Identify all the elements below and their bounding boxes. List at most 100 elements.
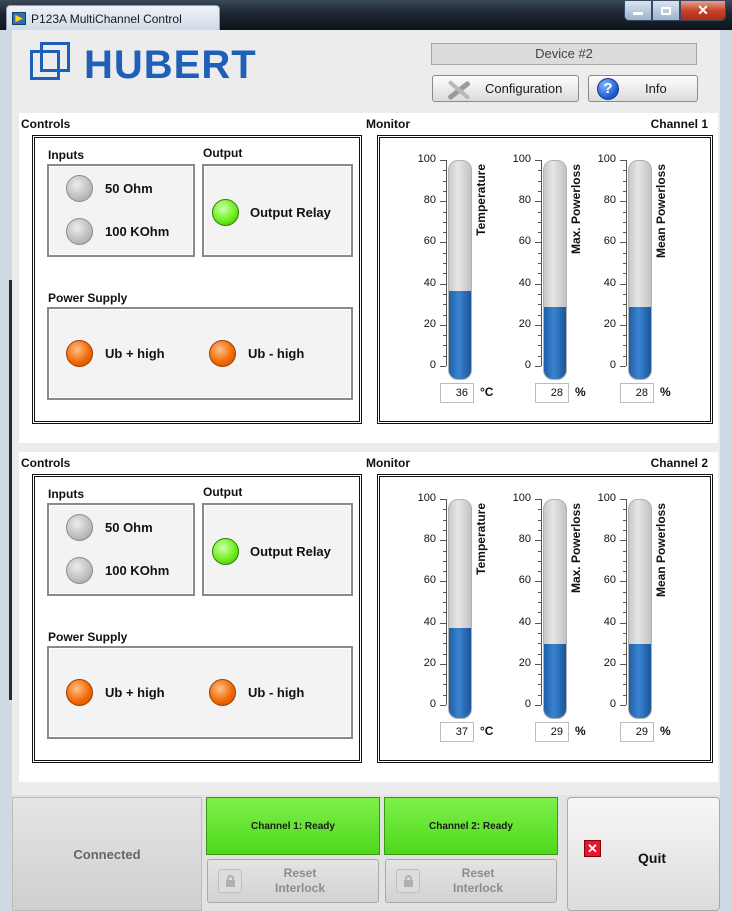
reset-line2: Interlock [452,881,503,895]
monitor-panel: 100 80 60 40 20 0 [377,474,713,763]
controls-title: Controls [21,456,71,470]
mean-powerloss-unit: % [660,385,671,399]
mean-powerloss-label: Mean Powerloss [654,503,668,598]
power-supply-group: Ub + high Ub - high [47,646,353,739]
temperature-fill [449,290,471,379]
output-label: Output [203,146,243,160]
max-powerloss-value: 28 [535,383,569,403]
scale-tick-label: 40 [518,276,531,289]
configuration-button[interactable]: Configuration [432,75,579,102]
scale-minor-tick [538,705,541,706]
scale-line [626,160,627,366]
scale-minor-tick [623,366,626,367]
controls-title: Controls [21,117,71,131]
close-icon: ✕ [697,2,709,18]
ub-plus-high-indicator [66,340,93,367]
hubert-logo: HUBERT [30,42,257,88]
input-100-kohm-indicator [66,218,93,245]
info-button[interactable]: ? Info [588,75,698,102]
output-group: Output Relay [202,164,353,257]
channel-title: Channel 1 [650,117,708,131]
scale-tick-label: 60 [518,574,531,587]
window-frame-left [0,30,12,911]
max-powerloss-fill [544,644,566,718]
temperature-tube [448,499,472,719]
scale-tick-label: 40 [603,276,616,289]
scale-tick-label: 20 [518,656,531,669]
window-title: P123A MultiChannel Control [31,12,182,26]
temperature-unit: °C [480,724,494,738]
scale-tick-label: 80 [423,533,436,546]
info-label: Info [645,81,667,96]
scale-tick-label: 0 [609,698,616,710]
reset-interlock-2-button[interactable]: Reset Interlock [385,859,557,903]
scale-minor-tick [538,366,541,367]
input-100-kohm-label: 100 KOhm [105,224,170,239]
connection-status: Connected [12,797,202,911]
maximize-button[interactable] [652,0,680,21]
reset-line1: Reset [283,866,317,880]
ub-plus-high-label: Ub + high [105,346,165,361]
scale-tick-label: 40 [518,615,531,628]
input-50-ohm-label: 50 Ohm [105,520,153,535]
scale-tick-label: 100 [417,492,436,504]
power-supply-label: Power Supply [48,291,128,305]
output-relay-label: Output Relay [250,544,331,559]
temperature-label: Temperature [474,164,488,236]
device-label: Device #2 [431,43,697,65]
reset-interlock-2-label: Reset Interlock [420,866,536,896]
reset-interlock-1-button[interactable]: Reset Interlock [207,859,379,903]
ub-minus-high-label: Ub - high [248,346,305,361]
controls-panel: Inputs Output 50 Ohm 100 KOhm Output Rel… [32,135,362,424]
maximize-icon [661,6,671,15]
scale-tick-label: 100 [597,153,616,165]
inputs-label: Inputs [48,148,84,162]
power-supply-group: Ub + high Ub - high [47,307,353,400]
channel-title: Channel 2 [650,456,708,470]
window-titlebar: ▶ P123A MultiChannel Control ✕ [0,0,732,30]
max-powerloss-value: 29 [535,722,569,742]
minimize-button[interactable] [624,0,652,21]
reset-line1: Reset [461,866,495,880]
monitor-title: Monitor [366,117,410,131]
input-50-ohm-indicator [66,514,93,541]
scale-tick-label: 20 [423,317,436,330]
scale-tick-label: 0 [429,698,436,710]
max-powerloss-fill [544,307,566,379]
scale-tick-label: 80 [423,194,436,207]
scale-tick-label: 20 [423,656,436,669]
logo-mark-icon [30,42,78,88]
temperature-value: 36 [440,383,474,403]
scale-tick-label: 40 [603,615,616,628]
scale-tick-label: 100 [597,492,616,504]
inputs-label: Inputs [48,487,84,501]
scale-tick-label: 100 [512,492,531,504]
scale-tick-label: 0 [429,359,436,371]
inputs-group: 50 Ohm 100 KOhm [47,164,195,257]
scale-tick-label: 40 [423,615,436,628]
temperature-unit: °C [480,385,494,399]
input-100-kohm-label: 100 KOhm [105,563,170,578]
mean-powerloss-fill [629,644,651,718]
scale-tick-label: 60 [423,235,436,248]
mean-powerloss-tube [628,499,652,719]
scale-minor-tick [443,705,446,706]
scale-line [626,499,627,705]
scale-tick-label: 0 [524,359,531,371]
output-label: Output [203,485,243,499]
logo-text: HUBERT [84,42,257,87]
close-button[interactable]: ✕ [680,0,726,21]
output-group: Output Relay [202,503,353,596]
mean-powerloss-gauge: 100 80 60 40 20 0 [580,153,671,420]
minimize-icon [633,12,643,15]
temperature-gauge: 100 80 60 40 20 0 [400,153,494,420]
controls-panel: Inputs Output 50 Ohm 100 KOhm Output Rel… [32,474,362,763]
scale-tick-label: 0 [609,359,616,371]
max-powerloss-gauge: 100 80 60 40 20 0 [495,492,586,759]
mean-powerloss-value: 28 [620,383,654,403]
quit-button[interactable]: ✕ Quit [567,797,720,911]
temperature-value: 37 [440,722,474,742]
scale-tick-label: 60 [423,574,436,587]
scale-tick-label: 80 [603,194,616,207]
scale-tick-label: 80 [603,533,616,546]
